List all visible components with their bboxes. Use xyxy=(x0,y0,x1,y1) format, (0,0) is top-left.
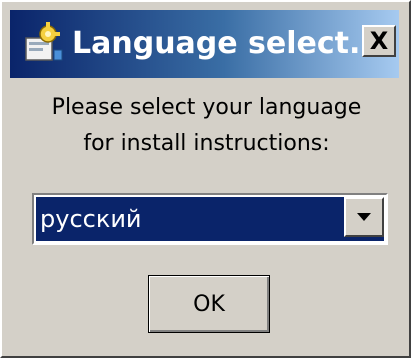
title-bar[interactable]: Language select... X xyxy=(10,10,399,78)
dropdown-arrow-button[interactable] xyxy=(344,197,384,237)
prompt-message: Please select your language for install … xyxy=(12,90,401,162)
installer-icon xyxy=(25,22,63,61)
ok-button[interactable]: OK xyxy=(148,275,270,333)
prompt-line-2: for install instructions: xyxy=(83,131,330,156)
close-icon: X xyxy=(369,27,389,55)
ok-button-label: OK xyxy=(193,291,225,317)
chevron-down-icon xyxy=(357,213,371,221)
prompt-line-1: Please select your language xyxy=(51,95,362,120)
selected-language: русский xyxy=(40,205,142,233)
language-select-dialog: Language select... X Please select your … xyxy=(0,0,411,358)
close-button[interactable]: X xyxy=(362,25,396,57)
language-dropdown[interactable]: русский xyxy=(32,193,388,245)
language-dropdown-field[interactable]: русский xyxy=(36,197,384,241)
window-title: Language select... xyxy=(72,26,384,61)
